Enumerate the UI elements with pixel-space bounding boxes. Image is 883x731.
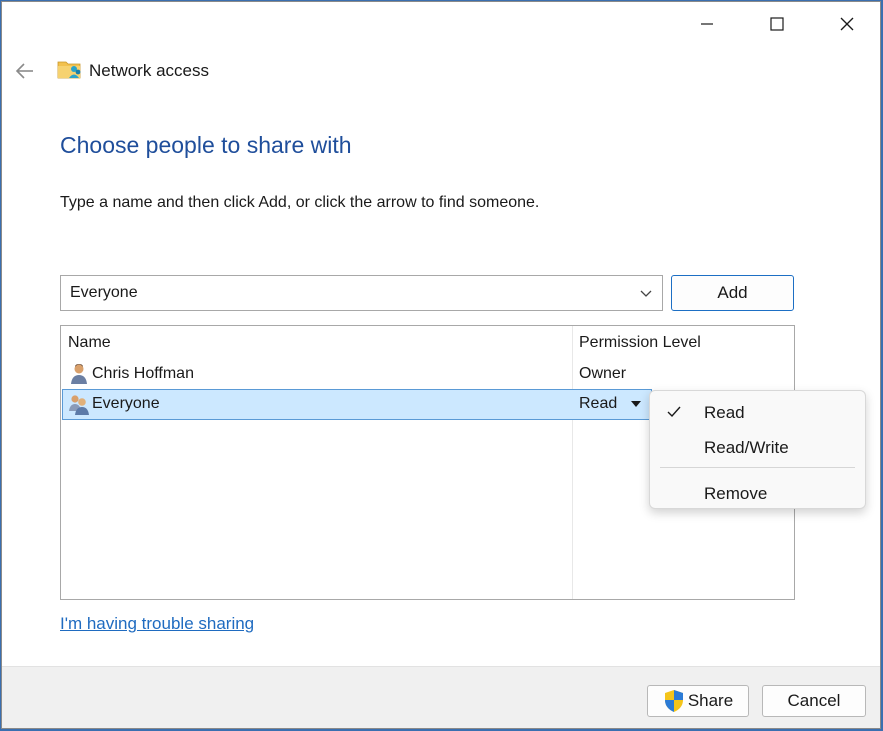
row-name: Everyone — [92, 395, 160, 412]
menu-item-read[interactable]: Read — [654, 396, 861, 428]
network-folder-icon — [57, 61, 81, 79]
column-header-name[interactable]: Name — [68, 334, 111, 352]
instruction-text: Type a name and then click Add, or click… — [60, 194, 540, 211]
table-row[interactable]: Chris Hoffman Owner — [62, 359, 652, 389]
menu-item-label: Remove — [704, 484, 768, 503]
page-heading: Choose people to share with — [60, 132, 352, 158]
menu-item-remove[interactable]: Remove — [654, 477, 861, 509]
minimize-button[interactable] — [672, 2, 742, 46]
dialog-footer: Share Cancel — [2, 666, 880, 728]
chevron-down-icon[interactable] — [638, 286, 654, 302]
trouble-sharing-link[interactable]: I'm having trouble sharing — [60, 614, 254, 634]
add-button[interactable]: Add — [671, 275, 794, 311]
close-button[interactable] — [812, 2, 880, 46]
close-icon — [840, 17, 854, 31]
column-header-permission[interactable]: Permission Level — [579, 334, 701, 352]
window-title: Network access — [89, 61, 209, 80]
name-combobox[interactable]: Everyone — [60, 275, 663, 311]
back-arrow-icon — [15, 63, 33, 79]
permission-menu: Read Read/Write Remove — [649, 390, 866, 509]
back-button[interactable] — [8, 54, 42, 88]
menu-item-label: Read — [704, 403, 745, 422]
share-button-label: Share — [687, 691, 734, 710]
cancel-button[interactable]: Cancel — [762, 685, 866, 717]
user-icon — [71, 364, 87, 384]
network-access-window: Network access Choose people to share wi… — [1, 1, 881, 729]
share-button[interactable]: Share — [647, 685, 749, 717]
table-row-selected[interactable]: Everyone Read — [62, 389, 652, 420]
menu-item-label: Read/Write — [704, 438, 789, 457]
checkmark-icon — [667, 406, 681, 418]
minimize-icon — [701, 23, 713, 25]
dropdown-arrow-icon[interactable] — [630, 399, 642, 409]
row-permission[interactable]: Read — [579, 395, 617, 413]
name-combobox-value: Everyone — [70, 284, 138, 301]
menu-separator — [660, 467, 855, 468]
row-name: Chris Hoffman — [92, 365, 194, 382]
uac-shield-icon — [664, 690, 683, 712]
menu-item-read-write[interactable]: Read/Write — [654, 431, 861, 463]
maximize-icon — [770, 17, 784, 31]
group-icon — [69, 395, 89, 415]
row-permission: Owner — [579, 365, 627, 382]
maximize-button[interactable] — [742, 2, 812, 46]
